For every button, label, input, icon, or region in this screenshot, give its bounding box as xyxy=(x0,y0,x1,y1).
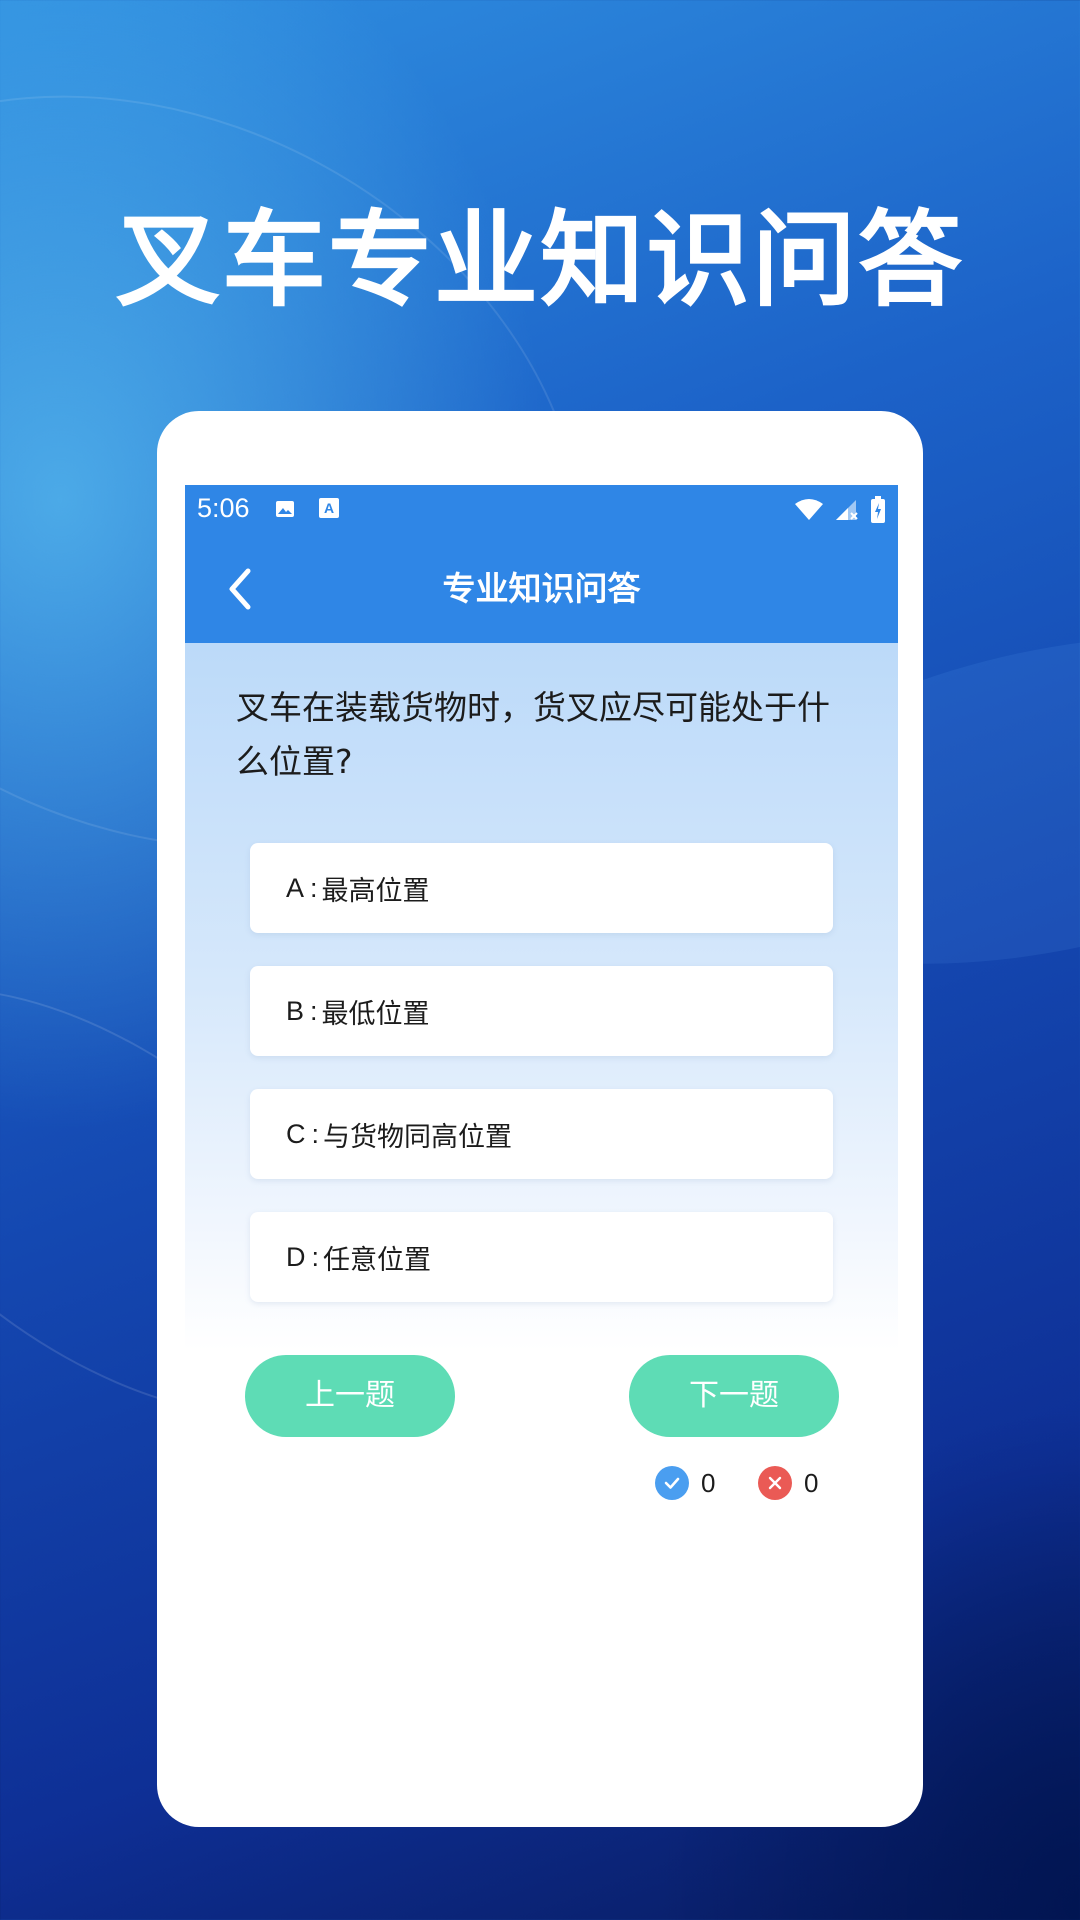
page-title: 专业知识问答 xyxy=(442,569,641,608)
app-bar: 专业知识问答 xyxy=(185,535,898,643)
image-icon xyxy=(276,501,294,517)
correct-count: 0 xyxy=(701,1467,716,1498)
option-c[interactable]: C : 与货物同高位置 xyxy=(250,1089,833,1179)
option-separator: : xyxy=(310,872,318,903)
app-screen: 5:06 A 专业知识问答 叉车在装载货物时，货叉应尽可能处于什么位置? A:… xyxy=(185,485,898,1785)
option-text: 最高位置 xyxy=(321,875,430,907)
question-text: 叉车在装载货物时，货叉应尽可能处于什么位置? xyxy=(236,688,830,781)
wrong-score: 0 xyxy=(758,1465,818,1501)
option-separator: : xyxy=(311,1118,320,1149)
option-separator: : xyxy=(311,1241,320,1272)
option-separator: : xyxy=(310,995,318,1026)
signal-icon xyxy=(836,500,858,520)
correct-score: 0 xyxy=(655,1465,715,1501)
option-letter: D xyxy=(286,1241,306,1272)
option-text: 最低位置 xyxy=(321,998,430,1030)
option-a[interactable]: A : 最高位置 xyxy=(250,843,833,933)
check-icon xyxy=(655,1466,689,1500)
status-icons xyxy=(794,495,886,525)
wrong-count: 0 xyxy=(804,1467,819,1498)
chevron-left-icon xyxy=(229,568,251,610)
cross-icon xyxy=(758,1466,792,1500)
back-button[interactable] xyxy=(215,565,263,613)
status-bar: 5:06 A xyxy=(185,485,898,535)
option-d[interactable]: D : 任意位置 xyxy=(250,1212,833,1302)
battery-icon xyxy=(871,496,885,523)
text-a-icon: A xyxy=(319,498,339,518)
next-question-button[interactable]: 下一题 xyxy=(629,1355,839,1437)
option-b[interactable]: B : 最低位置 xyxy=(250,966,833,1056)
wifi-icon xyxy=(795,499,823,520)
promo-headline: 叉车专业知识问答 xyxy=(115,199,964,321)
option-letter: C xyxy=(286,1118,306,1149)
option-text: 与货物同高位置 xyxy=(323,1121,513,1153)
option-text: 任意位置 xyxy=(323,1244,432,1276)
status-time: 5:06 xyxy=(197,493,250,523)
option-letter: A xyxy=(286,872,305,903)
quiz-content: 叉车在装载货物时，货叉应尽可能处于什么位置? A : 最高位置 B : 最低位置… xyxy=(185,643,898,1785)
previous-question-button[interactable]: 上一题 xyxy=(245,1355,455,1437)
option-letter: B xyxy=(286,995,305,1026)
